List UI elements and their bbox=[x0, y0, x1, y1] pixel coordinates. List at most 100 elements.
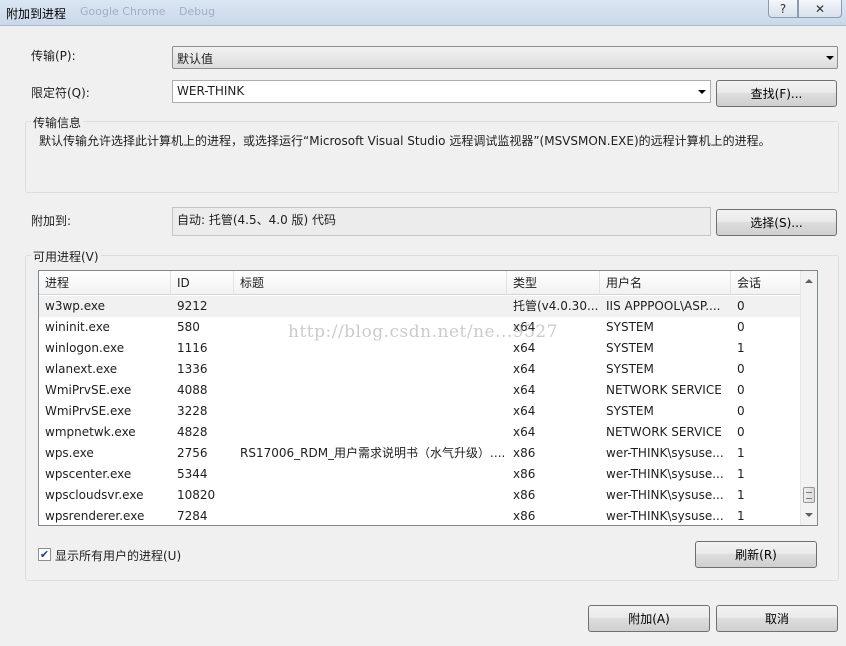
select-button[interactable]: 选择(S)... bbox=[716, 209, 837, 236]
transport-value: 默认值 bbox=[177, 52, 214, 66]
title-bar-background: Google Chrome Debug bbox=[80, 5, 680, 21]
cell-id: 1116 bbox=[177, 341, 208, 355]
cell-process: w3wp.exe bbox=[45, 299, 105, 313]
cell-session: 0 bbox=[737, 320, 745, 334]
cell-title bbox=[234, 401, 507, 422]
cell-id: 4828 bbox=[177, 425, 208, 439]
watermark: http://blog.csdn.net/ne...9527 bbox=[288, 322, 559, 342]
cancel-button[interactable]: 取消 bbox=[716, 605, 838, 632]
cell-type: x64 bbox=[513, 404, 536, 418]
transport-label: 传输(P): bbox=[31, 49, 76, 63]
cell-user: IIS APPPOOL\ASP.... bbox=[606, 299, 721, 313]
table-row[interactable]: wpscloudsvr.exe 10820 x86 wer-THINK\sysuse.… bbox=[39, 485, 801, 506]
cell-process: wininit.exe bbox=[45, 320, 110, 334]
cell-id: 9212 bbox=[177, 299, 208, 313]
column-header-session[interactable]: 会话 bbox=[731, 271, 801, 295]
cell-session: 0 bbox=[737, 362, 745, 376]
scroll-thumb[interactable] bbox=[803, 487, 815, 503]
cell-user: wer-THINK\sysuse... bbox=[606, 488, 724, 502]
attach-to-value: 自动: 托管(4.5、4.0 版) 代码 bbox=[172, 207, 711, 236]
title-ghost-item: Debug bbox=[178, 5, 216, 18]
column-header-id[interactable]: ID bbox=[171, 271, 234, 295]
transport-info-group bbox=[25, 121, 839, 193]
column-header-title[interactable]: 标题 bbox=[234, 271, 507, 295]
find-button[interactable]: 查找(F)... bbox=[716, 80, 837, 107]
column-header-username[interactable]: 用户名 bbox=[600, 271, 731, 295]
transport-info-text: 默认传输允许选择此计算机上的进程，或选择运行“Microsoft Visual … bbox=[39, 134, 771, 148]
title-bar: 附加到进程 Google Chrome Debug ? ✕ bbox=[0, 0, 846, 26]
cell-type: 托管(v4.0.30... bbox=[513, 299, 599, 313]
table-row[interactable]: wps.exe 2756 RS17006_RDM_用户需求说明书（水气升级）....… bbox=[39, 443, 801, 464]
cell-session: 1 bbox=[737, 446, 745, 460]
cell-user: NETWORK SERVICE bbox=[606, 383, 722, 397]
cell-session: 0 bbox=[737, 425, 745, 439]
refresh-button[interactable]: 刷新(R) bbox=[695, 541, 817, 568]
table-row[interactable]: wmpnetwk.exe 4828 x64 NETWORK SERVICE 0 bbox=[39, 422, 801, 443]
cell-session: 0 bbox=[737, 383, 745, 397]
table-row[interactable]: WmiPrvSE.exe 4088 x64 NETWORK SERVICE 0 bbox=[39, 380, 801, 401]
checkmark-icon: ✔ bbox=[39, 548, 50, 561]
chevron-down-icon bbox=[826, 55, 834, 60]
close-button[interactable]: ✕ bbox=[798, 0, 842, 18]
cell-id: 1336 bbox=[177, 362, 208, 376]
cell-title: RS17006_RDM_用户需求说明书（水气升级）.... bbox=[240, 446, 506, 460]
cell-session: 0 bbox=[737, 299, 745, 313]
cell-process: wmpnetwk.exe bbox=[45, 425, 136, 439]
table-row[interactable]: WmiPrvSE.exe 3228 x64 SYSTEM 0 bbox=[39, 401, 801, 422]
cell-session: 1 bbox=[737, 509, 745, 523]
cell-user: NETWORK SERVICE bbox=[606, 425, 722, 439]
help-icon: ? bbox=[779, 1, 787, 16]
close-icon: ✕ bbox=[814, 1, 826, 16]
show-all-users-label[interactable]: 显示所有用户的进程(U) bbox=[55, 547, 181, 564]
scroll-down-icon[interactable] bbox=[805, 513, 813, 517]
table-row[interactable]: wpsrenderer.exe 7284 x86 wer-THINK\sysuse..… bbox=[39, 506, 801, 525]
available-processes-title: 可用进程(V) bbox=[31, 248, 101, 265]
cell-id: 7284 bbox=[177, 509, 208, 523]
cell-user: SYSTEM bbox=[606, 362, 654, 376]
cell-process: winlogon.exe bbox=[45, 341, 125, 355]
cell-id: 10820 bbox=[177, 488, 216, 502]
show-all-users-checkbox[interactable]: ✔ bbox=[38, 548, 51, 561]
cell-type: x86 bbox=[513, 446, 536, 460]
transport-info-title: 传输信息 bbox=[31, 114, 84, 131]
window-title: 附加到进程 bbox=[6, 7, 67, 21]
cell-id: 4088 bbox=[177, 383, 208, 397]
cell-process: wpscloudsvr.exe bbox=[45, 488, 144, 502]
qualifier-combobox[interactable]: WER-THINK bbox=[172, 80, 711, 103]
qualifier-label: 限定符(Q): bbox=[31, 86, 90, 100]
process-list-header: 进程 ID 标题 类型 用户名 会话 bbox=[39, 271, 801, 295]
cell-title bbox=[234, 296, 507, 317]
cell-process: WmiPrvSE.exe bbox=[45, 404, 132, 418]
cell-process: wlanext.exe bbox=[45, 362, 118, 376]
cell-session: 0 bbox=[737, 404, 745, 418]
cell-process: wps.exe bbox=[45, 446, 94, 460]
cell-session: 1 bbox=[737, 488, 745, 502]
cell-user: wer-THINK\sysuse... bbox=[606, 467, 724, 481]
table-row[interactable]: wpscenter.exe 5344 x86 wer-THINK\sysuse... 1 bbox=[39, 464, 801, 485]
cell-id: 3228 bbox=[177, 404, 208, 418]
help-button[interactable]: ? bbox=[768, 0, 798, 18]
cell-type: x64 bbox=[513, 362, 536, 376]
cell-type: x86 bbox=[513, 467, 536, 481]
cell-id: 2756 bbox=[177, 446, 208, 460]
column-header-process[interactable]: 进程 bbox=[39, 271, 171, 295]
scroll-up-icon[interactable] bbox=[805, 279, 813, 283]
process-list[interactable]: 进程 ID 标题 类型 用户名 会话 w3wp.exe 9212 托管(v4.0.3… bbox=[38, 270, 818, 526]
attach-button[interactable]: 附加(A) bbox=[588, 605, 710, 632]
cell-user: SYSTEM bbox=[606, 320, 654, 334]
qualifier-value: WER-THINK bbox=[177, 84, 245, 98]
table-row[interactable]: wlanext.exe 1336 x64 SYSTEM 0 bbox=[39, 359, 801, 380]
title-ghost-item: Google Chrome bbox=[80, 5, 166, 18]
transport-combobox[interactable]: 默认值 bbox=[172, 46, 838, 69]
cell-title bbox=[234, 422, 507, 443]
table-row[interactable]: w3wp.exe 9212 托管(v4.0.30... IIS APPPOOL\ASP… bbox=[39, 296, 801, 317]
cell-process: wpscenter.exe bbox=[45, 467, 132, 481]
cell-type: x86 bbox=[513, 488, 536, 502]
cell-title bbox=[234, 506, 507, 525]
cell-type: x86 bbox=[513, 509, 536, 523]
column-header-type[interactable]: 类型 bbox=[507, 271, 600, 295]
attach-to-label: 附加到: bbox=[31, 214, 72, 228]
vertical-scrollbar[interactable] bbox=[800, 271, 817, 525]
cell-title bbox=[234, 464, 507, 485]
cell-user: wer-THINK\sysuse... bbox=[606, 509, 724, 523]
